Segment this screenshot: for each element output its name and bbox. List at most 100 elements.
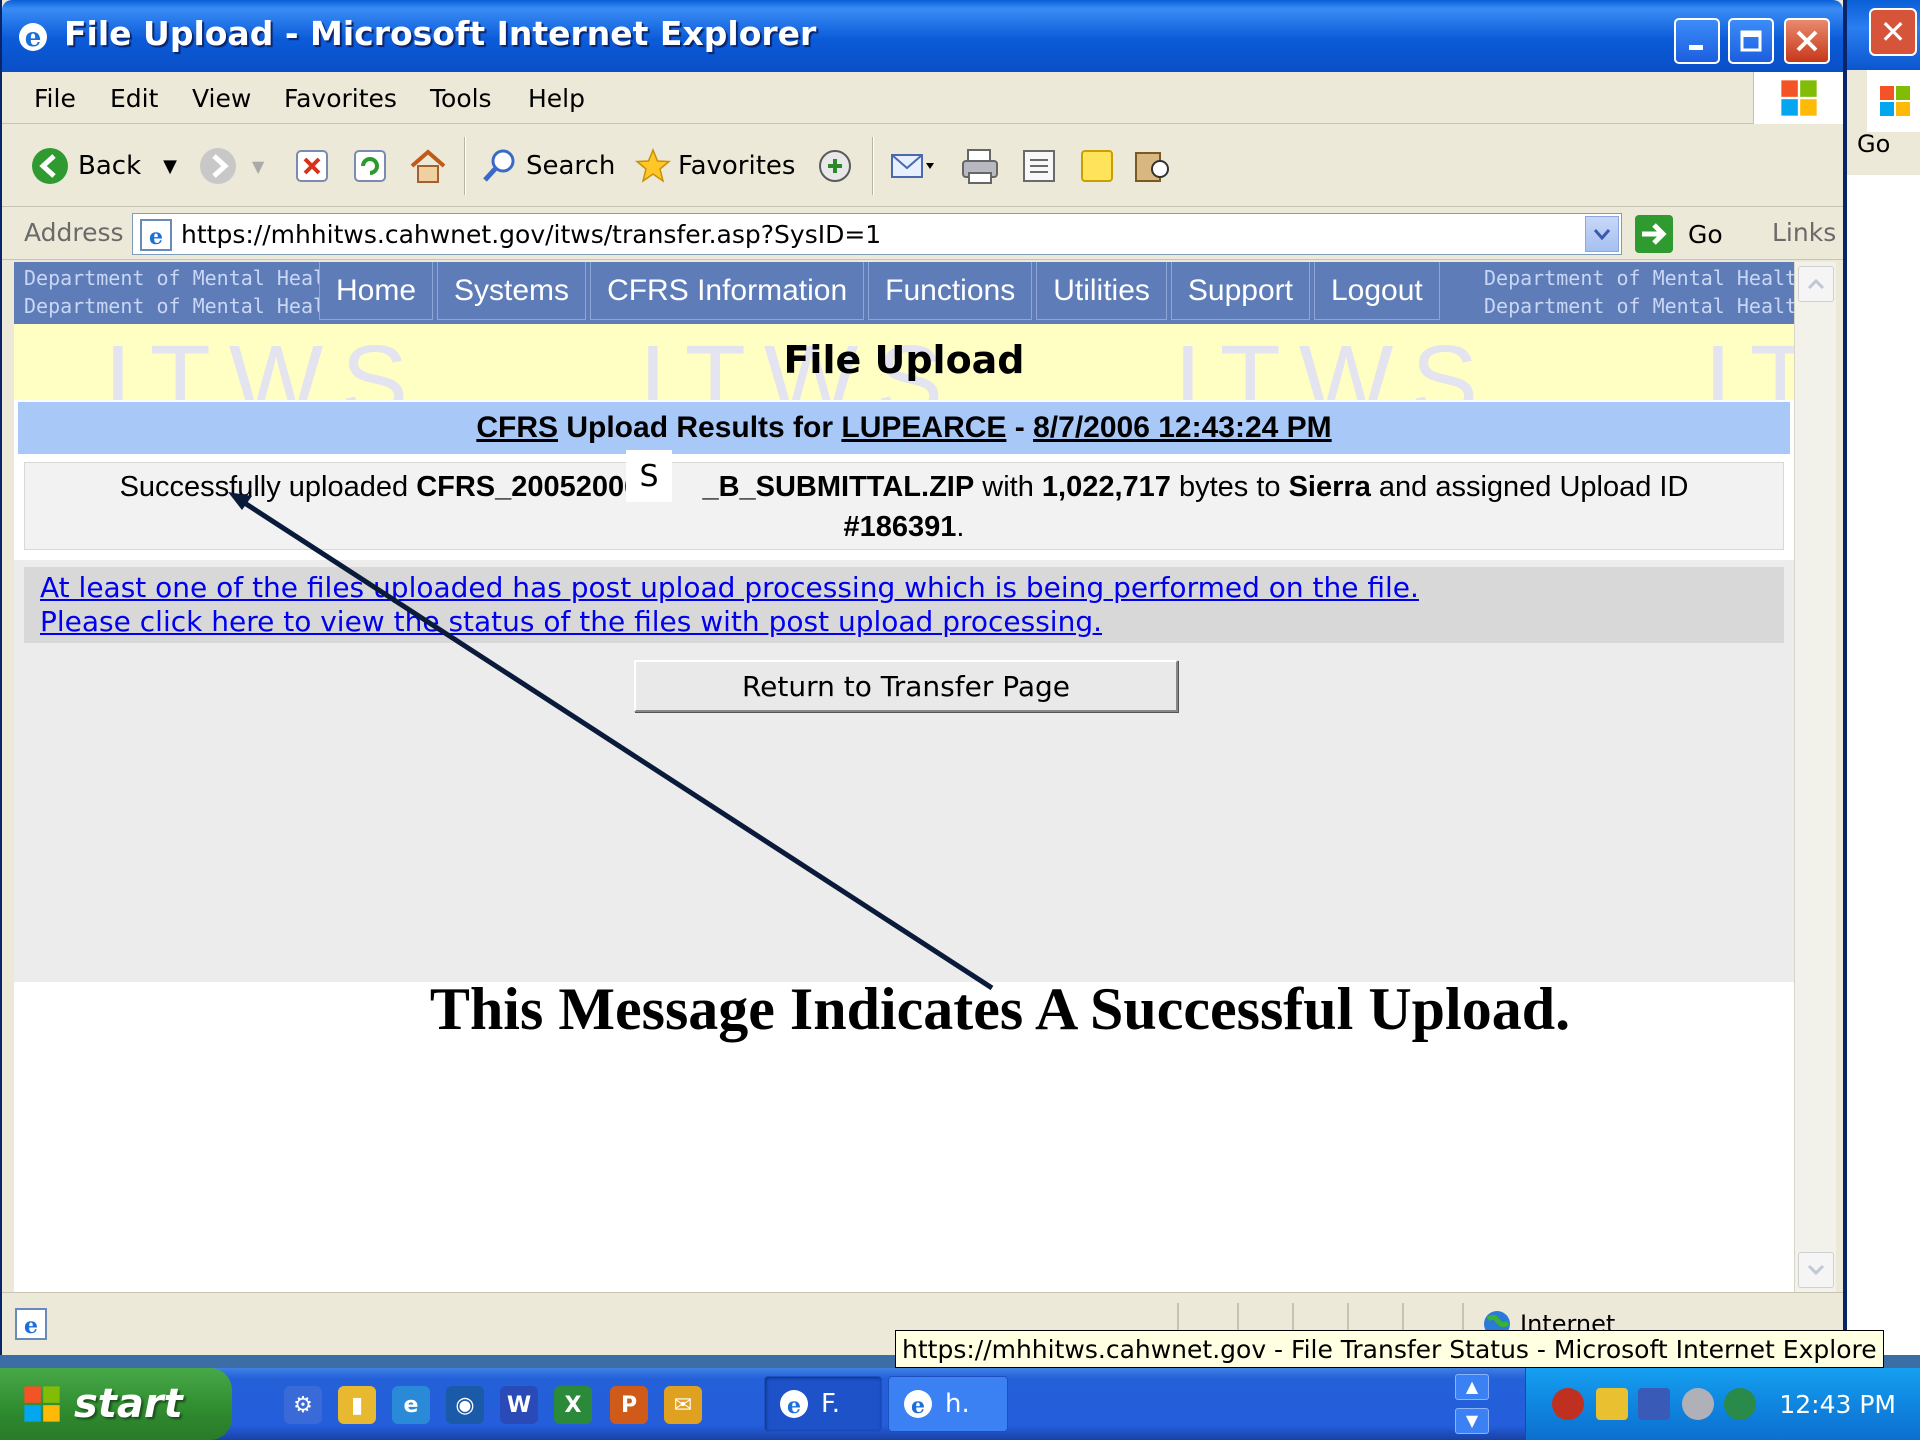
maximize-icon[interactable] bbox=[1728, 18, 1774, 64]
tray-messenger-icon[interactable] bbox=[1724, 1388, 1756, 1420]
back-button[interactable]: Back ▼ bbox=[30, 145, 177, 187]
upload-county: Sierra bbox=[1288, 471, 1371, 503]
background-window[interactable]: ✕ Go bbox=[1845, 0, 1920, 1355]
results-datetime[interactable]: 8/7/2006 12:43:24 PM bbox=[1033, 411, 1332, 445]
page-icon: e bbox=[140, 219, 172, 251]
ie-task-icon: e bbox=[780, 1390, 808, 1419]
go-button[interactable]: Go bbox=[1634, 214, 1723, 254]
system-tray: 12:43 PM bbox=[1525, 1368, 1920, 1440]
return-to-transfer-button[interactable]: Return to Transfer Page bbox=[634, 660, 1178, 712]
tray-security-icon[interactable] bbox=[1552, 1388, 1584, 1420]
annotation-callout-letter: S bbox=[626, 450, 672, 502]
results-user-link[interactable]: LUPEARCE bbox=[841, 411, 1006, 445]
toolbar-separator bbox=[872, 137, 874, 195]
post-upload-link-1[interactable]: At least one of the files uploaded has p… bbox=[40, 571, 1419, 604]
taskbar-scroll-down-icon[interactable]: ▼ bbox=[1455, 1408, 1489, 1434]
quicklaunch-desktop-icon[interactable]: ⚙ bbox=[284, 1386, 322, 1424]
taskbar-scroll[interactable]: ▲ ▼ bbox=[1452, 1374, 1492, 1434]
task-button-other[interactable]: e h. bbox=[888, 1376, 1008, 1432]
windows-flag-icon bbox=[24, 1386, 60, 1422]
close-icon[interactable] bbox=[1784, 18, 1830, 64]
menu-tools[interactable]: Tools bbox=[430, 84, 492, 113]
tray-network-icon[interactable] bbox=[1638, 1388, 1670, 1420]
menu-view[interactable]: View bbox=[192, 84, 251, 113]
success-bytes-to: bytes to bbox=[1178, 471, 1281, 503]
ie-icon: e bbox=[19, 23, 47, 53]
scroll-down-icon[interactable] bbox=[1798, 1252, 1834, 1288]
task-button-file-upload[interactable]: e F. bbox=[764, 1376, 882, 1432]
quicklaunch-outlook-icon[interactable]: ✉ bbox=[664, 1386, 702, 1424]
page-status-icon: e bbox=[15, 1308, 47, 1340]
svg-text:e: e bbox=[787, 1393, 801, 1419]
nav-cfrs-information[interactable]: CFRS Information bbox=[590, 262, 865, 320]
minimize-icon[interactable] bbox=[1674, 18, 1720, 64]
tray-volume-icon[interactable] bbox=[1682, 1388, 1714, 1420]
address-dropdown-icon[interactable] bbox=[1585, 216, 1619, 252]
background-window-go-label[interactable]: Go bbox=[1857, 130, 1890, 158]
background-window-close-icon[interactable]: ✕ bbox=[1869, 8, 1917, 56]
results-system-link[interactable]: CFRS bbox=[476, 411, 558, 445]
menu-help[interactable]: Help bbox=[528, 84, 585, 113]
menu-bar: File Edit View Favorites Tools Help bbox=[2, 72, 1843, 124]
dept-banner-text: Department of Mental Health bbox=[1484, 294, 1794, 318]
favorites-button[interactable]: Favorites bbox=[634, 145, 795, 187]
back-label: Back bbox=[78, 151, 142, 181]
success-period: . bbox=[956, 511, 965, 543]
stop-icon bbox=[296, 150, 328, 182]
windows-logo-icon bbox=[1753, 72, 1843, 124]
printer-icon bbox=[962, 149, 998, 184]
address-input[interactable]: e https://mhhitws.cahwnet.gov/itws/trans… bbox=[132, 213, 1622, 255]
nav-support[interactable]: Support bbox=[1170, 262, 1310, 320]
print-button[interactable] bbox=[960, 145, 1000, 187]
nav-systems[interactable]: Systems bbox=[437, 262, 587, 320]
nav-functions[interactable]: Functions bbox=[868, 262, 1033, 320]
start-label: start bbox=[74, 1381, 183, 1427]
edit-button[interactable] bbox=[1020, 145, 1060, 187]
nav-logout[interactable]: Logout bbox=[1313, 262, 1440, 320]
go-arrow-icon bbox=[1635, 215, 1673, 253]
dept-banner-text: Department of Mental Health bbox=[1484, 266, 1794, 290]
links-button[interactable]: Links bbox=[1772, 218, 1836, 247]
research-icon bbox=[1135, 152, 1169, 182]
scroll-up-icon[interactable] bbox=[1798, 266, 1834, 302]
link-tooltip: https://mhhitws.cahwnet.gov - File Trans… bbox=[895, 1330, 1884, 1368]
menu-file[interactable]: File bbox=[34, 84, 76, 113]
quicklaunch-folder-icon[interactable]: ▮ bbox=[338, 1386, 376, 1424]
quicklaunch-word-icon[interactable]: W bbox=[500, 1386, 538, 1424]
svg-text:e: e bbox=[149, 224, 163, 250]
discuss-button[interactable] bbox=[1078, 145, 1116, 187]
taskbar-scroll-up-icon[interactable]: ▲ bbox=[1455, 1374, 1489, 1400]
quicklaunch-excel-icon[interactable]: X bbox=[554, 1386, 592, 1424]
tray-pencil-icon[interactable] bbox=[1596, 1388, 1628, 1420]
svg-text:e: e bbox=[25, 23, 42, 53]
menu-favorites[interactable]: Favorites bbox=[284, 84, 397, 113]
forward-button[interactable]: ▼ bbox=[198, 145, 264, 187]
home-button[interactable] bbox=[408, 145, 448, 187]
start-button[interactable]: start bbox=[0, 1368, 232, 1440]
results-separator: - bbox=[1014, 411, 1025, 444]
uploaded-bytes: 1,022,717 bbox=[1041, 471, 1171, 503]
mail-icon bbox=[891, 154, 934, 178]
back-dropdown-icon[interactable]: ▼ bbox=[163, 156, 177, 177]
dept-banner-text: Department of Mental Health bbox=[24, 294, 350, 318]
research-button[interactable] bbox=[1132, 145, 1172, 187]
menu-edit[interactable]: Edit bbox=[110, 84, 158, 113]
mail-button[interactable] bbox=[890, 145, 936, 187]
search-button[interactable]: Search bbox=[480, 145, 615, 187]
quicklaunch-globe-icon[interactable]: ◉ bbox=[446, 1386, 484, 1424]
vertical-scrollbar[interactable] bbox=[1794, 262, 1836, 1292]
refresh-button[interactable] bbox=[352, 145, 388, 187]
quicklaunch-ie-icon[interactable]: e bbox=[392, 1386, 430, 1424]
windows-logo-icon bbox=[1867, 70, 1920, 132]
refresh-icon bbox=[354, 150, 386, 182]
post-upload-link-2[interactable]: Please click here to view the status of … bbox=[40, 605, 1102, 638]
stop-button[interactable] bbox=[294, 145, 330, 187]
search-icon bbox=[483, 149, 515, 182]
nav-home[interactable]: Home bbox=[319, 262, 434, 320]
nav-utilities[interactable]: Utilities bbox=[1036, 262, 1167, 320]
clock: 12:43 PM bbox=[1779, 1390, 1896, 1419]
forward-dropdown-icon[interactable]: ▼ bbox=[252, 157, 264, 176]
media-button[interactable] bbox=[816, 145, 854, 187]
quicklaunch-powerpoint-icon[interactable]: P bbox=[610, 1386, 648, 1424]
title-bar[interactable]: e File Upload - Microsoft Internet Explo… bbox=[2, 0, 1843, 72]
